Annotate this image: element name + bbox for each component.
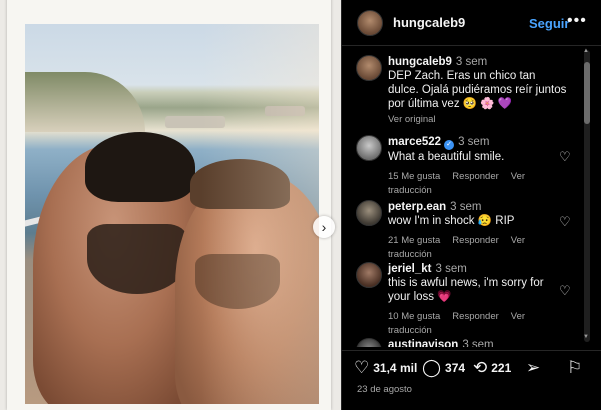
comment-time: 3 sem xyxy=(450,201,482,213)
comment-username[interactable]: marce522 xyxy=(388,136,441,148)
verified-badge-icon: ✓ xyxy=(444,140,455,150)
avatar[interactable] xyxy=(356,200,382,226)
comment-username[interactable]: jeriel_kt xyxy=(388,263,431,275)
comments-scrollbar-thumb[interactable] xyxy=(584,62,590,124)
scroll-up-arrow-icon[interactable]: ▲ xyxy=(583,48,589,54)
caption-text: DEP Zach. Eras un chico tan dulce. Ojalá… xyxy=(388,70,567,110)
repost-icon: ⟲ xyxy=(473,358,488,377)
avatar[interactable] xyxy=(356,262,382,288)
save-button[interactable]: ⚐ xyxy=(567,359,586,376)
avatar[interactable] xyxy=(356,338,382,347)
avatar[interactable] xyxy=(356,55,382,81)
comment-icon: ◯ xyxy=(422,358,442,377)
comment-username[interactable]: peterp.ean xyxy=(388,201,446,213)
like-comment-heart-icon[interactable]: ♡ xyxy=(559,214,571,230)
comment-button[interactable]: ◯ 374 xyxy=(422,359,465,376)
like-count: 31,4 mil xyxy=(373,360,418,375)
repost-count: 221 xyxy=(491,360,512,375)
share-icon: ➢ xyxy=(526,358,541,377)
post-header: hungcaleb9 Seguir ••• xyxy=(342,0,601,46)
comment-username[interactable]: austinavison xyxy=(388,339,458,347)
avatar[interactable] xyxy=(356,135,382,161)
comment-likes[interactable]: 10 Me gusta xyxy=(388,311,440,322)
post-author-username[interactable]: hungcaleb9 xyxy=(393,15,465,30)
scroll-down-arrow-icon[interactable]: ▼ xyxy=(583,334,589,340)
avatar[interactable] xyxy=(357,9,383,36)
post-media: › xyxy=(0,0,341,410)
comment-text: wow I'm in shock 😥 RIP xyxy=(388,215,515,227)
caption-time: 3 sem xyxy=(455,56,488,68)
comment-likes[interactable]: 15 Me gusta xyxy=(388,171,440,182)
comment-text: What a beautiful smile. xyxy=(388,151,505,163)
comments-list: hungcaleb9 3 sem DEP Zach. Eras un chico … xyxy=(342,47,590,347)
like-button[interactable]: ♡ 31,4 mil xyxy=(354,359,417,376)
comment-text: this is awful news, i'm sorry for your l… xyxy=(388,277,544,303)
post-side-panel: hungcaleb9 Seguir ••• hungcaleb9 3 sem DE… xyxy=(341,0,601,410)
caption-username[interactable]: hungcaleb9 xyxy=(388,56,452,68)
like-comment-heart-icon[interactable]: ♡ xyxy=(559,149,571,165)
reply-button[interactable]: Responder xyxy=(452,235,498,246)
post-date: 23 de agosto xyxy=(357,384,412,395)
heart-icon: ♡ xyxy=(354,358,370,377)
share-button[interactable]: ➢ xyxy=(526,359,544,376)
post-photo xyxy=(25,24,319,404)
bookmark-icon: ⚐ xyxy=(567,358,583,377)
follow-button[interactable]: Seguir xyxy=(529,16,569,31)
reply-button[interactable]: Responder xyxy=(452,171,498,182)
see-original-link[interactable]: Ver original xyxy=(388,114,436,125)
comment-likes[interactable]: 21 Me gusta xyxy=(388,235,440,246)
comment-time: 3 sem xyxy=(458,136,490,148)
polaroid-frame xyxy=(7,0,331,410)
next-image-chevron-icon[interactable]: › xyxy=(313,216,335,238)
repost-button[interactable]: ⟲ 221 xyxy=(473,359,511,376)
comment-time: 3 sem xyxy=(462,339,494,347)
reply-button[interactable]: Responder xyxy=(452,311,498,322)
like-comment-heart-icon[interactable]: ♡ xyxy=(559,283,571,299)
comment-count: 374 xyxy=(445,360,466,375)
post-actions-bar: ♡ 31,4 mil ◯ 374 ⟲ 221 ➢ ⚐ xyxy=(342,350,601,380)
more-options-icon[interactable]: ••• xyxy=(567,12,587,30)
comment-time: 3 sem xyxy=(435,263,467,275)
